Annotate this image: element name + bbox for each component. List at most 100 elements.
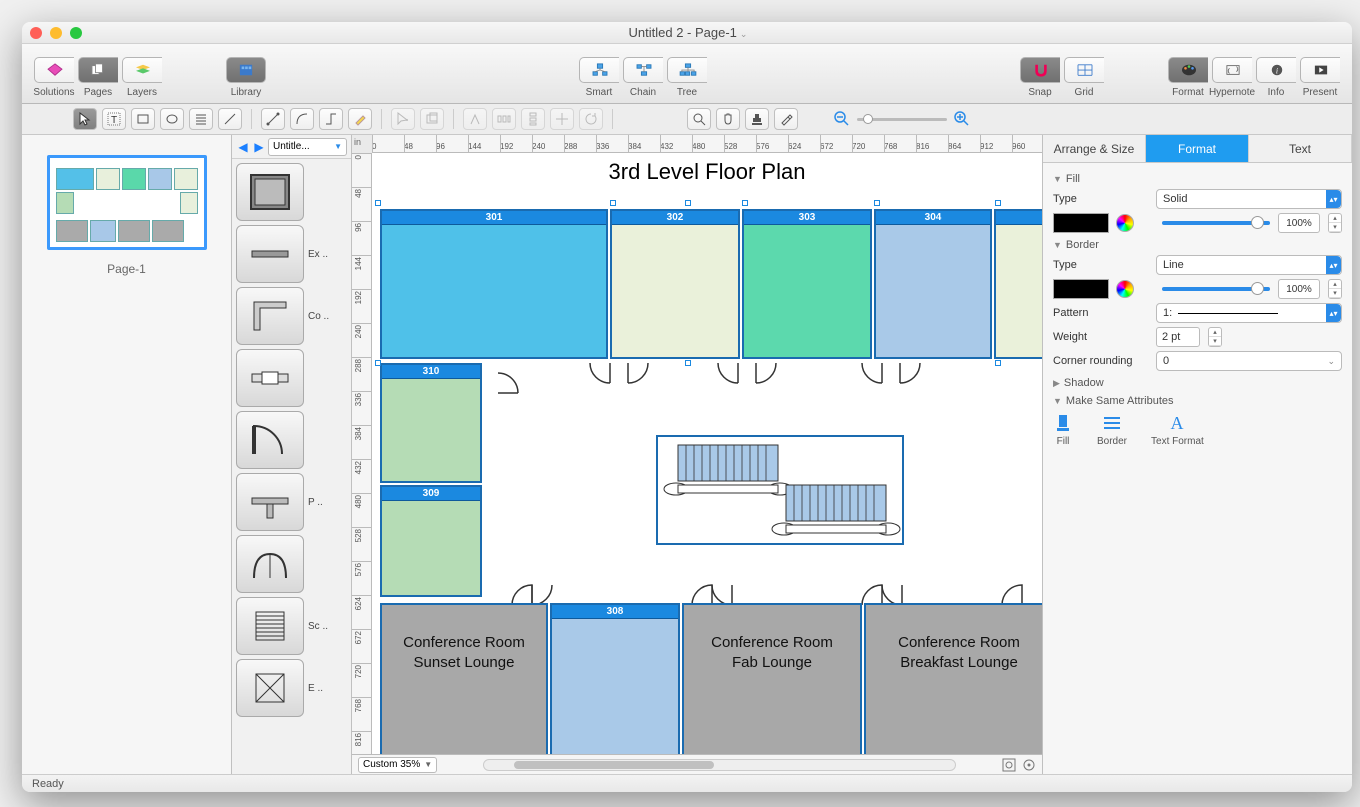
lib-fwd-icon[interactable]: ▶ [252,140,266,154]
border-opacity-stepper[interactable]: ▴▾ [1328,279,1342,299]
border-weight-input[interactable]: 2 pt [1156,327,1200,347]
connector-curve-tool[interactable] [290,108,314,130]
zoom-in-icon[interactable] [953,110,971,128]
info-button[interactable]: i [1256,57,1296,83]
fit-page-icon[interactable] [1002,758,1016,772]
door-arcs [482,359,1002,399]
list-tool[interactable] [189,108,213,130]
line-tool[interactable] [218,108,242,130]
room-304[interactable]: 304 [874,209,992,359]
section-same-attrs[interactable]: ▼Make Same Attributes [1053,395,1342,407]
lib-shape-double-door[interactable] [236,535,304,593]
same-text-button[interactable]: AText Format [1151,413,1204,447]
lib-shape-door-arc[interactable] [236,411,304,469]
horizontal-scrollbar[interactable] [483,759,956,771]
highlighter-tool[interactable] [348,108,372,130]
hypernote-button[interactable] [1212,57,1252,83]
lib-shape-room[interactable] [236,163,304,221]
ruler-vertical: 0489614419224028833638443248052857662467… [352,153,372,754]
fill-color-swatch[interactable] [1053,213,1109,233]
drawing-canvas[interactable]: 3rd Level Floor Plan 301 302 303 304 [372,153,1042,754]
rect-tool[interactable] [131,108,155,130]
lib-shape-cross[interactable] [236,659,304,717]
stamp-tool[interactable] [745,108,769,130]
minimize-icon[interactable] [50,27,62,39]
zoom-tool[interactable] [687,108,711,130]
section-border[interactable]: ▼Border [1053,239,1342,251]
border-pattern-select[interactable]: 1: ▴▾ [1156,303,1342,323]
crop-tool[interactable] [420,108,444,130]
zoom-icon[interactable] [70,27,82,39]
library-selector[interactable]: Untitle...▼ [268,138,347,156]
connector-smart-tool[interactable] [319,108,343,130]
distribute-v-tool[interactable] [521,108,545,130]
ellipse-tool[interactable] [160,108,184,130]
lib-shape-t-wall[interactable] [236,473,304,531]
fill-opacity-slider[interactable] [1162,221,1270,225]
room-302[interactable]: 302 [610,209,740,359]
section-fill[interactable]: ▼Fill [1053,173,1342,185]
center-icon[interactable] [1022,758,1036,772]
border-opacity-value[interactable]: 100% [1278,279,1320,299]
border-color-wheel-icon[interactable] [1116,280,1134,298]
same-border-button[interactable]: Border [1097,413,1127,447]
room-303[interactable]: 303 [742,209,872,359]
border-type-select[interactable]: Line▴▾ [1156,255,1342,275]
align-tool[interactable] [463,108,487,130]
fill-opacity-stepper[interactable]: ▴▾ [1328,213,1342,233]
room-309[interactable]: 309 [380,485,482,597]
rotate-tool[interactable] [579,108,603,130]
text-tool[interactable]: T [102,108,126,130]
room-308[interactable]: 308 [550,603,680,754]
room-310[interactable]: 310 [380,363,482,483]
tree-button[interactable] [667,57,707,83]
lib-shape-corner[interactable] [236,287,304,345]
border-color-swatch[interactable] [1053,279,1109,299]
section-shadow[interactable]: ▶Shadow [1053,377,1342,389]
fill-color-wheel-icon[interactable] [1116,214,1134,232]
same-fill-button[interactable]: Fill [1053,413,1073,447]
pointer-tool[interactable] [73,108,97,130]
snap-point-tool[interactable] [550,108,574,130]
room-305[interactable] [994,209,1042,359]
lib-shape-stairs[interactable] [236,597,304,655]
zoom-out-icon[interactable] [833,110,851,128]
tab-text[interactable]: Text [1249,135,1352,162]
grid-button[interactable] [1064,57,1104,83]
library-button[interactable] [226,57,266,83]
window-title[interactable]: Untitled 2 - Page-1⌄ [82,25,1294,40]
present-button[interactable] [1300,57,1340,83]
room-301[interactable]: 301 [380,209,608,359]
chain-button[interactable] [623,57,663,83]
smart-button[interactable] [579,57,619,83]
fill-type-select[interactable]: Solid▴▾ [1156,189,1342,209]
eyedropper-tool[interactable] [774,108,798,130]
format-button[interactable] [1168,57,1208,83]
layers-button[interactable] [122,57,162,83]
zoom-select[interactable]: Custom 35%▼ [358,757,437,773]
edit-points-tool[interactable] [391,108,415,130]
lib-back-icon[interactable]: ◀ [236,140,250,154]
tab-format[interactable]: Format [1146,135,1249,162]
elevator-core[interactable] [656,435,904,545]
border-opacity-slider[interactable] [1162,287,1270,291]
lib-shape-wall[interactable] [236,225,304,283]
pan-tool[interactable] [716,108,740,130]
solutions-button[interactable] [34,57,74,83]
room-conf-breakfast[interactable]: Conference Room Breakfast Lounge [864,603,1042,754]
border-weight-stepper[interactable]: ▴▾ [1208,327,1222,347]
connector-direct-tool[interactable] [261,108,285,130]
lib-shape-window[interactable] [236,349,304,407]
fill-opacity-value[interactable]: 100% [1278,213,1320,233]
distribute-h-tool[interactable] [492,108,516,130]
room-conf-sunset[interactable]: Conference Room Sunset Lounge [380,603,548,754]
snap-button[interactable] [1020,57,1060,83]
tab-arrange[interactable]: Arrange & Size [1043,135,1146,162]
close-icon[interactable] [30,27,42,39]
room-conf-fab[interactable]: Conference Room Fab Lounge [682,603,862,754]
corner-rounding-select[interactable]: 0⌄ [1156,351,1342,371]
titlebar: Untitled 2 - Page-1⌄ [22,22,1352,44]
zoom-slider[interactable] [857,118,947,121]
page-thumbnail[interactable] [47,155,207,250]
pages-button[interactable] [78,57,118,83]
